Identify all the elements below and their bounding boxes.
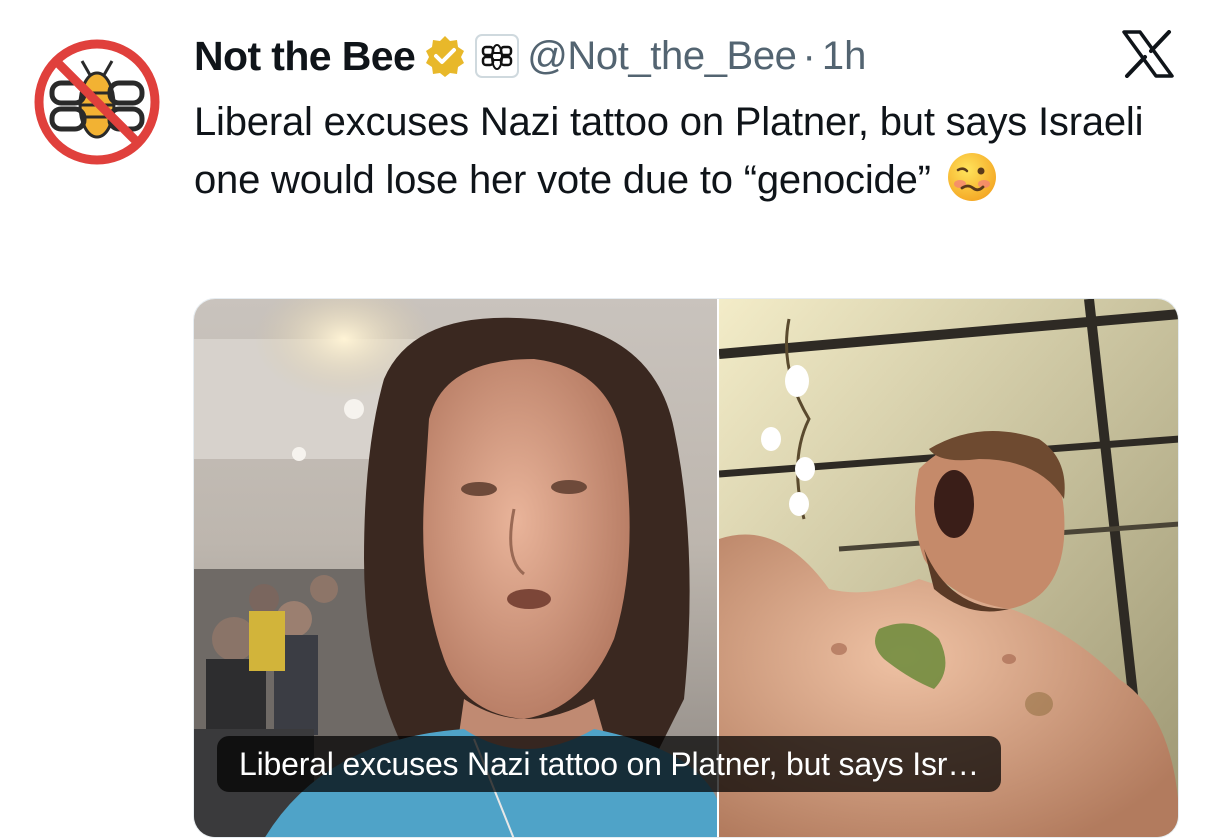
display-name[interactable]: Not the Bee: [194, 33, 416, 80]
x-logo-icon[interactable]: [1122, 30, 1174, 78]
tweet-text: Liberal excuses Nazi tattoo on Platner, …: [194, 93, 1154, 209]
woozy-face-emoji: [946, 151, 998, 203]
header-separator: ·: [802, 33, 816, 78]
gold-verified-badge-icon[interactable]: [423, 34, 467, 78]
tweet-header: Not the Bee @Not_the_Bee · 1h: [194, 28, 866, 84]
bee-logo-crossed-icon: [30, 35, 164, 169]
account-handle[interactable]: @Not_the_Bee: [527, 34, 797, 79]
tweet-text-content: Liberal excuses Nazi tattoo on Platner, …: [194, 100, 1144, 202]
account-avatar[interactable]: [30, 35, 164, 169]
media-caption: Liberal excuses Nazi tattoo on Platner, …: [217, 736, 1001, 792]
tweet-timestamp[interactable]: 1h: [822, 34, 867, 79]
bee-affiliate-badge-icon[interactable]: [475, 34, 520, 78]
